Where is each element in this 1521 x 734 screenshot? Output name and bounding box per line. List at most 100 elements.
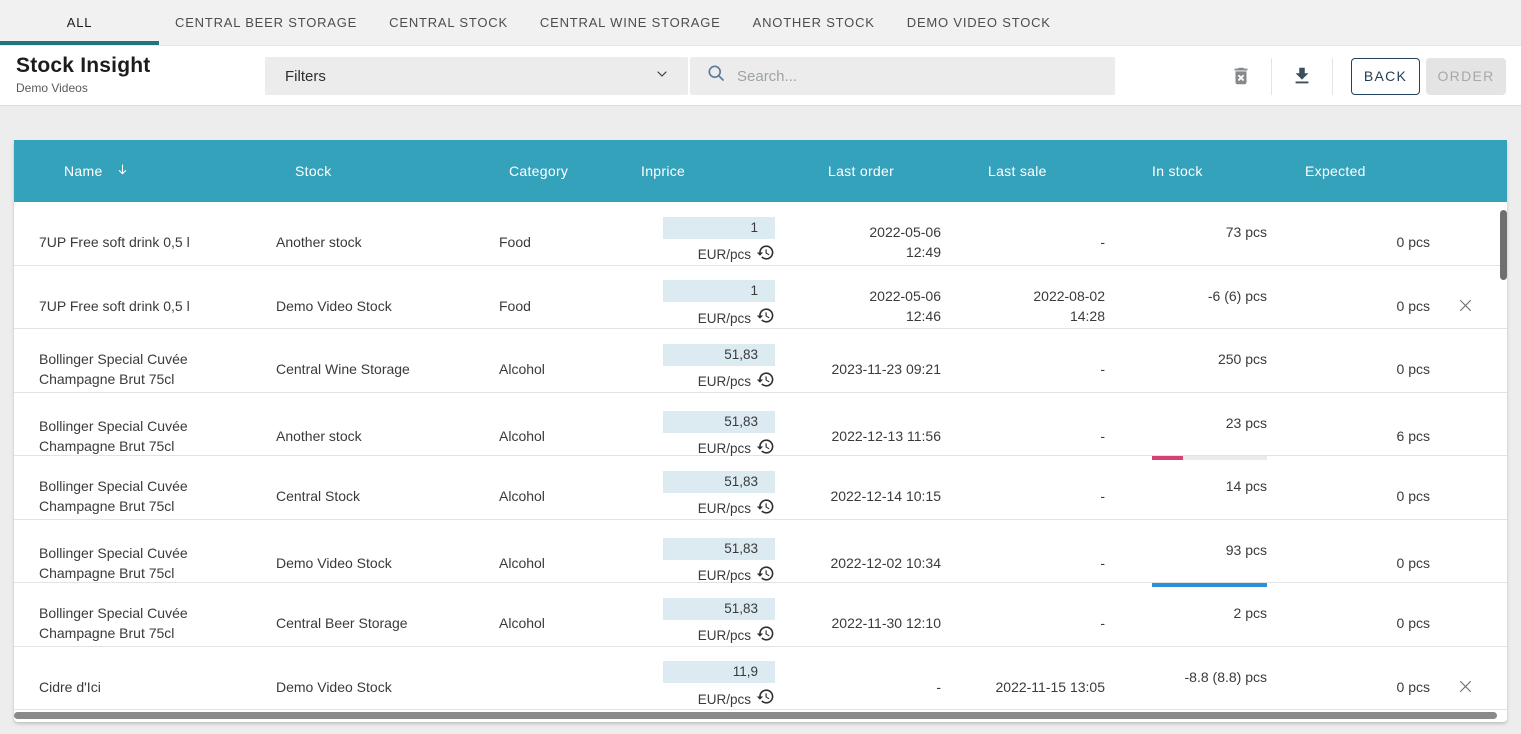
inprice-unit: EUR/pcs [698, 690, 751, 710]
cell-last-order: 2022-12-13 11:56 [775, 426, 941, 446]
price-history-icon[interactable] [756, 243, 775, 268]
inprice-unit: EUR/pcs [698, 626, 751, 646]
divider [1271, 58, 1272, 95]
price-history-icon[interactable] [756, 564, 775, 589]
order-button[interactable]: ORDER [1426, 58, 1506, 95]
price-history-icon[interactable] [756, 624, 775, 649]
search-input[interactable] [737, 68, 1103, 85]
table-row[interactable]: 7UP Free soft drink 0,5 l Demo Video Sto… [14, 266, 1507, 330]
search-icon [706, 63, 727, 89]
toolbar: Stock Insight Demo Videos Filters BA [0, 46, 1521, 106]
cell-stock: Another stock [262, 426, 485, 446]
page-subtitle: Demo Videos [16, 81, 150, 95]
table-row[interactable]: 7UP Free soft drink 0,5 l Another stock … [14, 202, 1507, 266]
in-stock-value: 73 pcs [1105, 222, 1267, 242]
price-history-icon[interactable] [756, 306, 775, 331]
cell-stock: Another stock [262, 232, 485, 252]
delete-icon[interactable] [1229, 64, 1253, 88]
column-header-name[interactable]: Name [14, 162, 262, 181]
search-box [690, 57, 1115, 95]
column-header-in-stock[interactable]: In stock [1105, 163, 1267, 179]
column-header-expected[interactable]: Expected [1267, 163, 1430, 179]
divider [1332, 58, 1333, 95]
cell-category: Alcohol [485, 359, 624, 379]
filters-dropdown[interactable]: Filters [265, 57, 688, 95]
cell-name: Bollinger Special Cuvée Champagne Brut 7… [14, 543, 262, 583]
cell-name: Bollinger Special Cuvée Champagne Brut 7… [14, 416, 262, 456]
table-row[interactable]: Cidre d'Ici Demo Video Stock 11,9 EUR/pc… [14, 647, 1507, 711]
tab-central-beer-storage[interactable]: CENTRAL BEER STORAGE [159, 0, 373, 45]
tab-label: ALL [67, 15, 93, 30]
column-header-last-order[interactable]: Last order [775, 163, 941, 179]
column-header-inprice[interactable]: Inprice [624, 163, 775, 179]
cell-category: Alcohol [485, 553, 624, 573]
tab-label: CENTRAL BEER STORAGE [175, 15, 357, 30]
cell-name: Bollinger Special Cuvée Champagne Brut 7… [14, 349, 262, 389]
price-history-icon[interactable] [756, 370, 775, 395]
cell-category: Alcohol [485, 486, 624, 506]
cell-inprice: 11,9 EUR/pcs [624, 661, 775, 712]
in-stock-value: 250 pcs [1105, 349, 1267, 369]
inprice-value: 1 [663, 217, 775, 239]
cell-inprice: 1 EUR/pcs [624, 280, 775, 331]
cell-last-sale: - [941, 232, 1105, 252]
cell-last-order: 2023-11-23 09:21 [775, 359, 941, 379]
cell-last-order: 2022-12-02 10:34 [775, 553, 941, 573]
cell-stock: Demo Video Stock [262, 296, 485, 316]
cell-last-order: 2022-05-06 12:49 [775, 222, 941, 262]
table-row[interactable]: Bollinger Special Cuvée Champagne Brut 7… [14, 456, 1507, 520]
cell-inprice: 51,83 EUR/pcs [624, 598, 775, 649]
cell-expected: 0 pcs [1267, 296, 1430, 316]
sort-arrow-down-icon [115, 162, 130, 181]
remove-row-icon[interactable] [1456, 678, 1474, 696]
cell-inprice: 51,83 EUR/pcs [624, 471, 775, 522]
toolbar-actions: BACK ORDER [1229, 57, 1506, 95]
column-header-category[interactable]: Category [485, 163, 624, 179]
price-history-icon[interactable] [756, 497, 775, 522]
tab-label: DEMO VIDEO STOCK [907, 15, 1051, 30]
tab-central-wine-storage[interactable]: CENTRAL WINE STORAGE [524, 0, 737, 45]
tab-demo-video-stock[interactable]: DEMO VIDEO STOCK [891, 0, 1067, 45]
cell-last-order: 2022-05-06 12:46 [775, 286, 941, 326]
cell-stock: Central Wine Storage [262, 359, 485, 379]
cell-inprice: 51,83 EUR/pcs [624, 538, 775, 589]
remove-row-icon[interactable] [1456, 297, 1474, 315]
cell-last-sale: - [941, 486, 1105, 506]
cell-category: Alcohol [485, 426, 624, 446]
back-button[interactable]: BACK [1351, 58, 1420, 95]
cell-inprice: 51,83 EUR/pcs [624, 344, 775, 395]
table-row[interactable]: Bollinger Special Cuvée Champagne Brut 7… [14, 520, 1507, 584]
inprice-value: 51,83 [663, 344, 775, 366]
horizontal-scrollbar[interactable] [14, 712, 1497, 719]
table-row[interactable]: Bollinger Special Cuvée Champagne Brut 7… [14, 583, 1507, 647]
inprice-value: 51,83 [663, 538, 775, 560]
table-row[interactable]: Bollinger Special Cuvée Champagne Brut 7… [14, 393, 1507, 457]
chevron-down-icon [654, 66, 670, 87]
title-block: Stock Insight Demo Videos [16, 54, 150, 95]
vertical-scrollbar[interactable] [1500, 210, 1507, 280]
cell-stock: Central Beer Storage [262, 613, 485, 633]
tab-all[interactable]: ALL [0, 0, 159, 45]
inprice-value: 1 [663, 280, 775, 302]
stock-tabs: ALL CENTRAL BEER STORAGE CENTRAL STOCKCENT… [0, 0, 1521, 46]
inprice-unit: EUR/pcs [698, 566, 751, 586]
cell-name: 7UP Free soft drink 0,5 l [14, 232, 262, 252]
column-label: Name [64, 163, 103, 179]
cell-expected: 0 pcs [1267, 677, 1430, 697]
tab-another-stock[interactable]: ANOTHER STOCK [737, 0, 891, 45]
table-body: 7UP Free soft drink 0,5 l Another stock … [14, 202, 1507, 710]
inprice-value: 11,9 [663, 661, 775, 683]
cell-stock: Demo Video Stock [262, 677, 485, 697]
column-header-last-sale[interactable]: Last sale [941, 163, 1105, 179]
table-row[interactable]: Bollinger Special Cuvée Champagne Brut 7… [14, 329, 1507, 393]
price-history-icon[interactable] [756, 437, 775, 462]
tab-central-stock[interactable]: CENTRAL STOCK [373, 0, 524, 45]
cell-stock: Demo Video Stock [262, 553, 485, 573]
cell-expected: 0 pcs [1267, 359, 1430, 379]
download-icon[interactable] [1290, 64, 1314, 88]
table-header: Name Stock Category Inprice Last order L… [14, 140, 1507, 202]
cell-expected: 0 pcs [1267, 232, 1430, 252]
price-history-icon[interactable] [756, 687, 775, 712]
cell-expected: 0 pcs [1267, 486, 1430, 506]
column-header-stock[interactable]: Stock [262, 163, 485, 179]
